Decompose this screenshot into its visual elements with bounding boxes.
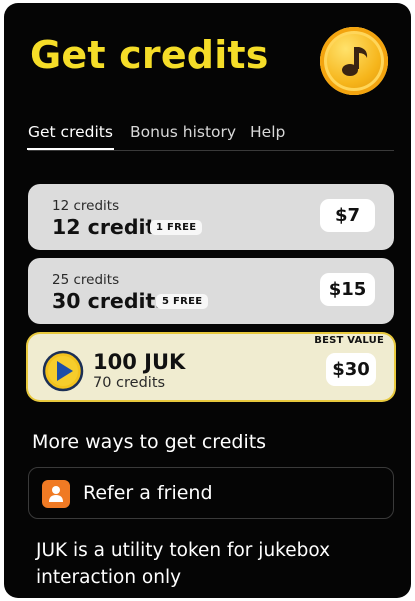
credit-pack-100-juk[interactable]: BEST VALUE 100 JUK 70 credits $30	[28, 334, 394, 400]
active-tab-indicator	[27, 148, 114, 150]
price-button[interactable]: $7	[320, 199, 375, 232]
utility-token-note: JUK is a utility token for jukebox inter…	[36, 540, 331, 588]
credits-panel: Get credits Get credits Bonus history He…	[4, 3, 411, 598]
play-icon	[42, 350, 84, 392]
price-button[interactable]: $30	[326, 353, 376, 386]
credit-pack-30[interactable]: 25 credits 30 credits 5 FREE $15	[28, 258, 394, 324]
pack-subtitle: 25 credits	[52, 272, 120, 288]
tab-bar: Get credits Bonus history Help	[27, 123, 394, 153]
free-badge: 5 FREE	[156, 294, 209, 309]
page-title: Get credits	[30, 33, 269, 77]
music-note-icon	[320, 27, 388, 95]
person-icon	[42, 480, 70, 508]
tab-label: Bonus history	[130, 123, 237, 141]
tab-divider	[28, 150, 394, 151]
pack-title: 100 JUK	[93, 350, 186, 374]
tab-get-credits[interactable]: Get credits	[27, 123, 114, 150]
refer-friend-button[interactable]: Refer a friend	[28, 467, 394, 519]
pack-title: 30 credits	[52, 289, 168, 313]
tab-help[interactable]: Help	[250, 123, 285, 141]
pack-subtitle: 12 credits	[52, 198, 120, 214]
pack-subtitle: 70 credits	[93, 375, 166, 391]
credit-pack-12[interactable]: 12 credits 12 credits 1 FREE $7	[28, 184, 394, 250]
free-badge: 1 FREE	[150, 220, 203, 235]
tab-label: Help	[250, 123, 286, 141]
more-ways-heading: More ways to get credits	[32, 431, 267, 453]
refer-friend-label: Refer a friend	[83, 482, 213, 504]
price-button[interactable]: $15	[320, 273, 375, 306]
tab-bonus-history[interactable]: Bonus history	[130, 123, 236, 141]
best-value-tag: BEST VALUE	[314, 335, 384, 346]
tab-label: Get credits	[28, 123, 113, 141]
